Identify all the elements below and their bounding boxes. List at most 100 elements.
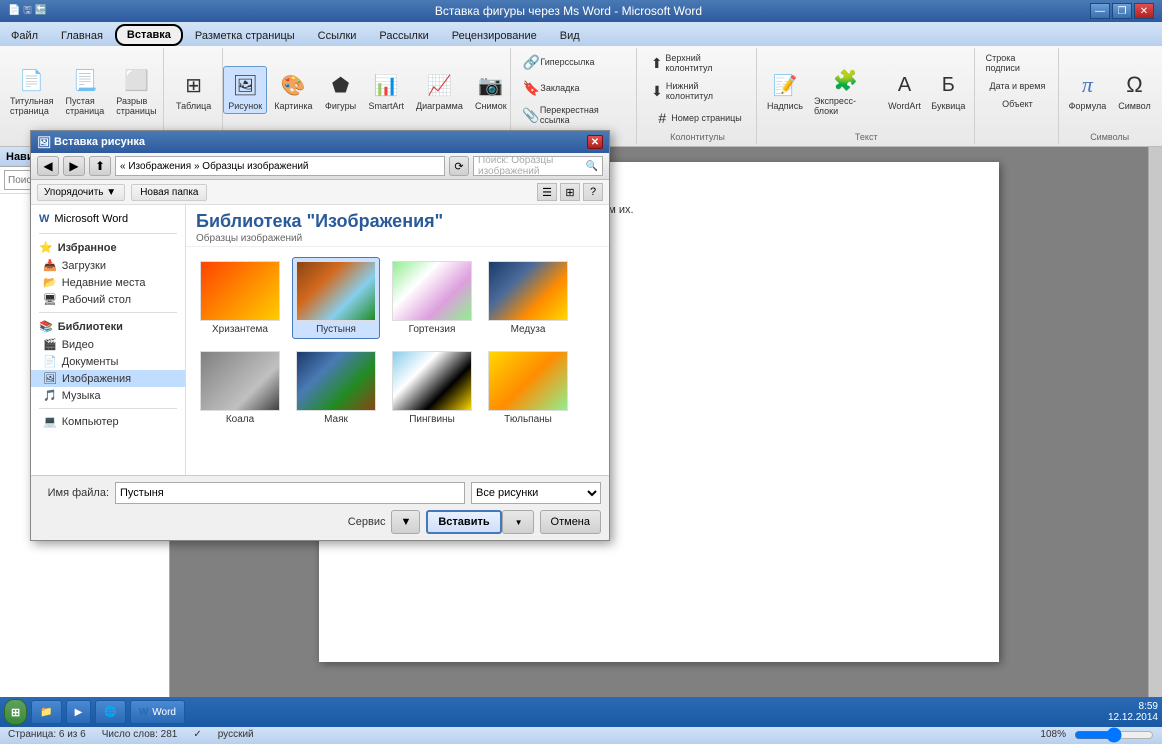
thumbnail-label-penguins: Пингвины — [409, 414, 455, 425]
dialog-main: Библиотека "Изображения" Образцы изображ… — [186, 205, 609, 475]
thumbnail-item-desert[interactable]: Пустыня — [292, 257, 380, 339]
refresh-button[interactable]: ⟳ — [449, 156, 469, 176]
taskbar-explorer-button[interactable]: 📁 — [31, 700, 61, 724]
downloads-icon: 📥 — [43, 259, 57, 272]
sidebar-microsoft-word[interactable]: W Microsoft Word — [31, 209, 185, 229]
thumbnail-item-chrysanthemum[interactable]: Хризантема — [196, 257, 284, 339]
tab-home[interactable]: Главная — [50, 24, 114, 46]
close-button[interactable]: ✕ — [1134, 3, 1154, 19]
shapes-button[interactable]: ⬟ Фигуры — [320, 66, 362, 114]
taskbar-media-button[interactable]: ▶ — [66, 700, 92, 724]
sidebar-item-computer[interactable]: 💻 Компьютер — [31, 413, 185, 430]
wordart-button[interactable]: A WordArt — [884, 66, 925, 114]
tab-review[interactable]: Рецензирование — [441, 24, 548, 46]
quickparts-button[interactable]: 🧩 Экспресс-блоки — [809, 61, 882, 119]
filetype-select[interactable]: Все рисунки JPEG PNG BMP — [471, 482, 601, 504]
quickparts-icon: 🧩 — [829, 64, 861, 96]
symbols-buttons: π Формула Ω Символ — [1064, 50, 1156, 130]
bookmark-button[interactable]: 🔖 Закладка — [517, 76, 584, 100]
cancel-button[interactable]: Отмена — [540, 510, 601, 534]
blank-page-button[interactable]: 📃 Пустаястраница — [61, 61, 110, 119]
taskbar-word-button[interactable]: W Word — [130, 700, 185, 724]
chart-icon: 📈 — [423, 69, 455, 101]
back-button[interactable]: ◀ — [37, 156, 59, 176]
window-controls: — ❐ ✕ — [1090, 3, 1154, 19]
dialog-close-button[interactable]: ✕ — [587, 135, 603, 149]
tab-file[interactable]: Файл — [0, 24, 49, 46]
filename-row: Имя файла: Все рисунки JPEG PNG BMP — [39, 482, 601, 504]
insert-button[interactable]: Вставить — [426, 510, 501, 534]
language: русский — [218, 729, 254, 740]
libraries-icon: 📚 — [39, 320, 53, 333]
sidebar-item-recent[interactable]: 📂 Недавние места — [31, 274, 185, 291]
tab-page-layout[interactable]: Разметка страницы — [184, 24, 306, 46]
dialog-actions: Сервис ▼ Вставить ▼ Отмена — [39, 510, 601, 534]
signature-line-button[interactable]: Строка подписи — [981, 50, 1055, 76]
thumbnail-label-hortensia: Гортензия — [409, 324, 456, 335]
tab-references[interactable]: Ссылки — [307, 24, 368, 46]
tab-view[interactable]: Вид — [549, 24, 591, 46]
picture-button[interactable]: 🖼 Рисунок — [223, 66, 267, 114]
crossref-button[interactable]: 📎 Перекрестная ссылка — [517, 102, 632, 128]
title-page-button[interactable]: 📄 Титульнаястраница — [5, 61, 58, 119]
path-bar[interactable]: « Изображения » Образцы изображений — [115, 156, 445, 176]
clipart-button[interactable]: 🎨 Картинка — [269, 66, 317, 114]
up-button[interactable]: ⬆ — [89, 156, 111, 176]
minimize-button[interactable]: — — [1090, 3, 1110, 19]
clipart-icon: 🎨 — [277, 69, 309, 101]
thumbnail-label-jellyfish: Медуза — [511, 324, 546, 335]
page-info: Страница: 6 из 6 — [8, 729, 86, 740]
sidebar-item-downloads[interactable]: 📥 Загрузки — [31, 257, 185, 274]
sidebar-item-desktop[interactable]: 🖥 Рабочий стол — [31, 291, 185, 308]
formula-button[interactable]: π Формула — [1064, 66, 1112, 114]
tab-mailings[interactable]: Рассылки — [368, 24, 439, 46]
thumbnail-item-lighthouse[interactable]: Маяк — [292, 347, 380, 429]
thumbnail-item-hortensia[interactable]: Гортензия — [388, 257, 476, 339]
page-break-button[interactable]: ⬜ Разрывстраницы — [111, 61, 161, 119]
signature-buttons: Строка подписи Дата и время Объект — [981, 50, 1055, 140]
zoom-slider[interactable] — [1074, 729, 1154, 741]
sidebar-item-music[interactable]: 🎵 Музыка — [31, 387, 185, 404]
help-button[interactable]: ? — [583, 183, 603, 201]
smartart-button[interactable]: 📊 SmartArt — [364, 66, 410, 114]
thumbnail-grid: ХризантемаПустыня Гортензия Медуза КоалаМая… — [186, 247, 609, 439]
textbox-button[interactable]: 📝 Надпись — [763, 66, 807, 114]
header-button[interactable]: ⬆ Верхний колонтитул — [643, 50, 752, 76]
thumbnail-item-koala[interactable]: Коала — [196, 347, 284, 429]
dropcap-button[interactable]: Б Буквица — [927, 66, 969, 114]
insert-dropdown-button[interactable]: ▼ — [502, 510, 534, 534]
date-time-button[interactable]: Дата и время — [985, 78, 1051, 94]
taskbar: ⊞ 📁 ▶ 🌐 W Word 8:59 12.12.2014 — [0, 697, 1162, 727]
start-button[interactable]: ⊞ — [4, 699, 27, 725]
sidebar-item-documents[interactable]: 📄 Документы — [31, 353, 185, 370]
search-bar[interactable]: Поиск: Образцы изображений 🔍 — [473, 156, 603, 176]
restore-button[interactable]: ❐ — [1112, 3, 1132, 19]
right-scrollbar[interactable] — [1148, 147, 1162, 724]
filename-input[interactable] — [115, 482, 465, 504]
footer-button[interactable]: ⬇ Нижний колонтитул — [643, 78, 752, 104]
page-number-button[interactable]: # Номер страницы — [648, 106, 746, 130]
forward-button[interactable]: ▶ — [63, 156, 85, 176]
view-list-button[interactable]: ☰ — [537, 183, 557, 201]
object-button[interactable]: Объект — [997, 96, 1038, 112]
thumbnail-item-penguins[interactable]: Пингвины — [388, 347, 476, 429]
hyperlink-button[interactable]: 🔗 Гиперссылка — [517, 50, 599, 74]
thumbnail-item-tulips[interactable]: Тюльпаны — [484, 347, 572, 429]
chart-button[interactable]: 📈 Диаграмма — [411, 66, 468, 114]
table-button[interactable]: ⊞ Таблица — [169, 66, 219, 114]
links-buttons: 🔗 Гиперссылка 🔖 Закладка 📎 Перекрестная … — [517, 50, 632, 130]
sidebar-item-images[interactable]: 🖼 Изображения — [31, 370, 185, 387]
sidebar-item-video[interactable]: 🎬 Видео — [31, 336, 185, 353]
thumbnail-item-jellyfish[interactable]: Медуза — [484, 257, 572, 339]
picture-icon: 🖼 — [229, 69, 261, 101]
new-folder-button[interactable]: Новая папка — [131, 184, 207, 201]
menu-tabs: Файл Главная Вставка Разметка страницы С… — [0, 22, 1162, 46]
screenshot-button[interactable]: 📷 Снимок — [470, 66, 512, 114]
symbol-button[interactable]: Ω Символ — [1113, 66, 1155, 114]
taskbar-browser-button[interactable]: 🌐 — [95, 700, 125, 724]
service-button[interactable]: ▼ — [391, 510, 420, 534]
tab-insert[interactable]: Вставка — [115, 24, 183, 46]
dropcap-icon: Б — [932, 69, 964, 101]
organize-button[interactable]: Упорядочить ▼ — [37, 184, 125, 201]
view-grid-button[interactable]: ⊞ — [560, 183, 580, 201]
